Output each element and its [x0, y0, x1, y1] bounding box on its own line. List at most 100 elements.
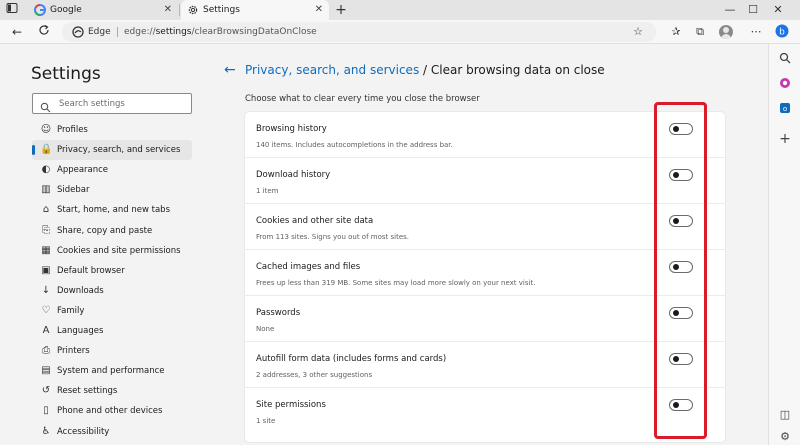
add-favorite-icon[interactable]: ☆	[630, 24, 646, 40]
sidebar-settings-icon[interactable]: ⚙	[777, 429, 793, 445]
setting-description: 1 site	[256, 417, 276, 425]
highlight-box	[654, 102, 707, 439]
sidebar-item-label: Sidebar	[57, 185, 90, 196]
sidebar-item-label: Appearance	[57, 165, 109, 176]
sidebar-item-7[interactable]: ▣ Default browser	[32, 261, 192, 281]
site-name: Edge	[88, 27, 111, 37]
sidebar-item-label: Start, home, and new tabs	[57, 205, 170, 216]
appearance-icon: ◐	[41, 164, 51, 176]
favorites-icon[interactable]: ✰	[668, 24, 684, 40]
sidebar-item-label: Reset settings	[57, 386, 118, 397]
tab-google-label: Google	[50, 5, 82, 15]
more-menu-icon[interactable]: ⋯	[748, 24, 764, 40]
browser-icon: ▣	[41, 264, 51, 276]
setting-title: Browsing history	[256, 124, 327, 134]
breadcrumb-link[interactable]: Privacy, search, and services	[245, 63, 419, 77]
url-text[interactable]: edge://settings/clearBrowsingDataOnClose	[124, 22, 317, 42]
settings-nav: Settings ☺ Profiles 🔒 Privacy, search, and …	[20, 44, 210, 445]
refresh-button[interactable]	[35, 23, 53, 41]
address-divider	[117, 27, 118, 37]
sidebar-item-12[interactable]: ▤ System and performance	[32, 361, 192, 381]
setting-row: Browsing history 140 items. Includes auto…	[245, 112, 725, 158]
profile-icon: ☺	[40, 124, 52, 135]
window-close-icon[interactable]: ✕	[770, 2, 786, 18]
close-icon[interactable]: ✕	[164, 0, 172, 20]
collections-icon[interactable]: ⧉	[692, 24, 708, 40]
setting-description: 2 addresses, 3 other suggestions	[256, 371, 373, 379]
add-sidebar-app-icon[interactable]: +	[777, 131, 793, 147]
setting-row: Autofill form data (includes forms and c…	[245, 342, 725, 388]
accessibility-icon: ♿	[41, 425, 51, 437]
cookies-icon: ▦	[41, 244, 51, 256]
sidebar-item-11[interactable]: ⎙ Printers	[32, 341, 192, 361]
tab-settings[interactable]: Settings ✕	[181, 0, 329, 20]
sidebar-item-15[interactable]: ♿ Accessibility	[32, 422, 192, 442]
sidebar-item-9[interactable]: ♡ Family	[32, 301, 192, 321]
sidebar-item-2[interactable]: ◐ Appearance	[32, 160, 192, 180]
sidebar-item-3[interactable]: ▥ Sidebar	[32, 180, 192, 200]
tab-settings-label: Settings	[203, 5, 240, 15]
sidebar-item-6[interactable]: ▦ Cookies and site permissions	[32, 241, 192, 261]
copilot-icon[interactable]	[777, 77, 793, 93]
sidebar-item-4[interactable]: ⌂ Start, home, and new tabs	[32, 200, 192, 220]
search-settings-input[interactable]	[59, 97, 187, 111]
sidebar-item-1[interactable]: 🔒 Privacy, search, and services	[32, 140, 192, 161]
minimize-icon[interactable]: —	[722, 2, 738, 18]
tab-divider	[179, 4, 180, 16]
search-icon	[40, 98, 51, 113]
url-path: /clearBrowsingDataOnClose	[191, 27, 317, 37]
search-settings-box[interactable]	[32, 93, 192, 114]
svg-text:o: o	[783, 105, 787, 113]
toolbar: ← Edge edge://settings/clearBrowsingData…	[0, 20, 800, 44]
sidebar-item-label: Default browser	[57, 265, 125, 276]
svg-text:b: b	[779, 28, 785, 38]
sidebar-item-label: Privacy, search, and services	[57, 145, 181, 156]
page-title: Privacy, search, and services / Clear br…	[245, 63, 605, 77]
edge-icon	[72, 26, 84, 38]
setting-title: Autofill form data (includes forms and c…	[256, 354, 447, 364]
tab-actions-icon[interactable]	[4, 2, 20, 18]
setting-title: Cached images and files	[256, 262, 361, 272]
close-icon[interactable]: ✕	[315, 0, 323, 20]
back-arrow-icon[interactable]: ←	[224, 62, 236, 78]
sidebar-item-label: Accessibility	[57, 426, 110, 437]
sidebar-item-10[interactable]: A Languages	[32, 321, 192, 341]
sidebar-item-label: Languages	[57, 326, 104, 336]
setting-description: 140 items. Includes autocompletions in t…	[256, 141, 453, 149]
tab-google[interactable]: Google ✕	[28, 0, 178, 20]
url-host: settings	[155, 27, 192, 37]
google-icon	[34, 4, 46, 16]
setting-row: Cached images and files Frees up less tha…	[245, 250, 725, 296]
url-prefix: edge://	[124, 27, 156, 37]
lock-icon: 🔒	[40, 144, 53, 156]
sidebar-item-label: System and performance	[57, 366, 165, 377]
sidebar-item-14[interactable]: ▯ Phone and other devices	[32, 401, 192, 421]
sidebar-item-label: Cookies and site permissions	[57, 245, 181, 256]
sidebar-item-13[interactable]: ↺ Reset settings	[32, 381, 192, 401]
sidebar-item-8[interactable]: ↓ Downloads	[32, 281, 192, 301]
sidebar-item-0[interactable]: ☺ Profiles	[32, 120, 192, 140]
edge-sidebar: o + ◫ ⚙	[768, 44, 800, 445]
bing-chat-icon[interactable]: b	[774, 24, 790, 40]
avatar[interactable]	[719, 25, 733, 39]
setting-description: From 113 sites. Signs you out of most si…	[256, 233, 410, 241]
maximize-icon[interactable]: ☐	[745, 2, 761, 18]
sidebar-item-5[interactable]: ⎘ Share, copy and paste	[32, 221, 192, 241]
setting-description: 1 item	[256, 187, 279, 195]
sidebar-toggle-icon[interactable]: ◫	[777, 407, 793, 423]
setting-row: Cookies and other site data From 113 site…	[245, 204, 725, 250]
address-bar[interactable]: Edge edge://settings/clearBrowsingDataOn…	[62, 22, 656, 42]
back-button[interactable]: ←	[8, 23, 26, 41]
sidebar-item-label: Family	[57, 305, 85, 316]
sidebar-item-label: Profiles	[57, 125, 88, 135]
outlook-icon[interactable]: o	[777, 102, 793, 118]
sidebar-icon: ▥	[41, 184, 51, 196]
download-icon: ↓	[41, 284, 51, 296]
sidebar-item-label: Phone and other devices	[57, 406, 163, 417]
page-title-text: Clear browsing data on close	[430, 63, 605, 77]
gear-icon	[187, 4, 199, 16]
system-icon: ▤	[41, 365, 51, 377]
search-icon[interactable]	[777, 52, 793, 68]
new-tab-button[interactable]: +	[333, 2, 349, 18]
family-icon: ♡	[41, 304, 51, 316]
